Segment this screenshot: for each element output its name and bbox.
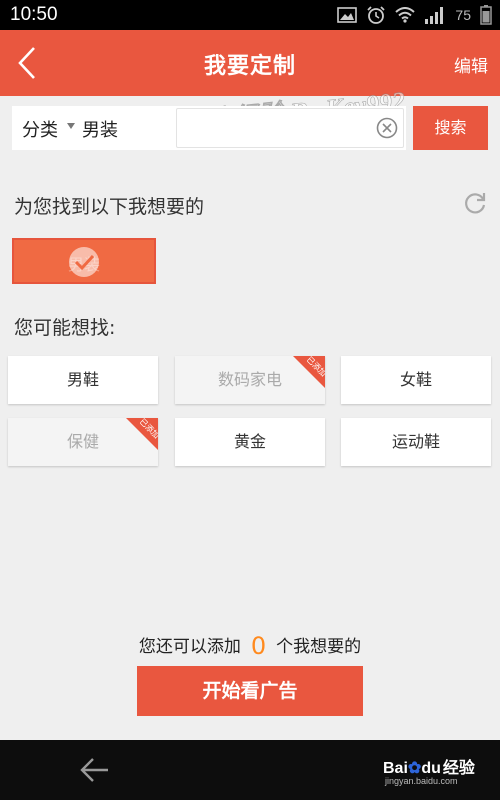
check-icon xyxy=(69,247,99,277)
dropdown-arrow-icon[interactable] xyxy=(67,123,75,129)
count-suffix: 个我想要的 xyxy=(276,637,362,657)
nav-back-button[interactable] xyxy=(80,757,110,783)
battery-level: 75 xyxy=(455,7,471,23)
remaining-count-line: 您还可以添加 0 个我想要的 xyxy=(0,632,500,660)
wifi-icon xyxy=(395,7,416,23)
tag-label: 黄金 xyxy=(233,432,266,451)
tag-item[interactable]: 黄金 xyxy=(175,418,325,466)
search-input[interactable] xyxy=(176,108,404,148)
tag-label: 女鞋 xyxy=(399,370,432,389)
status-time: 10:50 xyxy=(10,4,58,25)
navigation-bar: Bai✿du 经验 jingyan.baidu.com xyxy=(0,740,500,800)
suggest-section-title: 您可能想找: xyxy=(14,317,116,339)
tag-item[interactable]: 女鞋 xyxy=(341,356,491,404)
search-row: 分类 男装 搜索 xyxy=(12,106,488,150)
branding-url: jingyan.baidu.com xyxy=(385,776,458,786)
signal-icon xyxy=(425,7,444,24)
tag-label: 保健 xyxy=(66,432,99,451)
selected-tag[interactable]: 男装 xyxy=(12,238,156,284)
tag-item[interactable]: 运动鞋 xyxy=(341,418,491,466)
paw-icon: ✿ xyxy=(407,760,422,777)
top-bar: 我要定制 编辑 百度经验 By Key992 xyxy=(0,30,500,139)
edit-button[interactable]: 编辑 xyxy=(454,52,488,77)
search-box: 分类 男装 xyxy=(12,106,406,150)
start-ads-button[interactable]: 开始看广告 xyxy=(137,666,363,716)
status-icons: 75 xyxy=(337,5,492,25)
tag-item[interactable]: 男鞋 xyxy=(8,356,158,404)
tag-item-added[interactable]: 数码家电 已添加 xyxy=(175,356,325,404)
found-section-title: 为您找到以下我想要的 xyxy=(14,196,205,218)
alarm-icon xyxy=(367,6,386,24)
category-selector[interactable]: 分类 xyxy=(22,116,58,142)
tag-item-added[interactable]: 保健 已添加 xyxy=(8,418,158,466)
page-title: 我要定制 xyxy=(203,54,296,79)
tag-label: 数码家电 xyxy=(217,370,282,389)
baidu-logo: Bai✿du 经验 xyxy=(383,760,475,777)
clear-button[interactable] xyxy=(376,117,398,139)
category-value: 男装 xyxy=(82,120,118,141)
search-button[interactable]: 搜索 xyxy=(413,106,488,150)
status-bar: 10:50 75 xyxy=(0,0,500,30)
arrow-left-icon xyxy=(80,758,108,782)
battery-icon xyxy=(480,5,492,25)
remaining-count: 0 xyxy=(250,632,267,660)
tag-label: 男鞋 xyxy=(66,370,99,389)
refresh-button[interactable] xyxy=(462,190,488,216)
refresh-icon xyxy=(465,193,486,214)
clear-icon xyxy=(376,117,398,139)
tag-label: 运动鞋 xyxy=(391,432,440,451)
image-notification-icon xyxy=(337,7,358,23)
count-prefix: 您还可以添加 xyxy=(138,637,241,657)
